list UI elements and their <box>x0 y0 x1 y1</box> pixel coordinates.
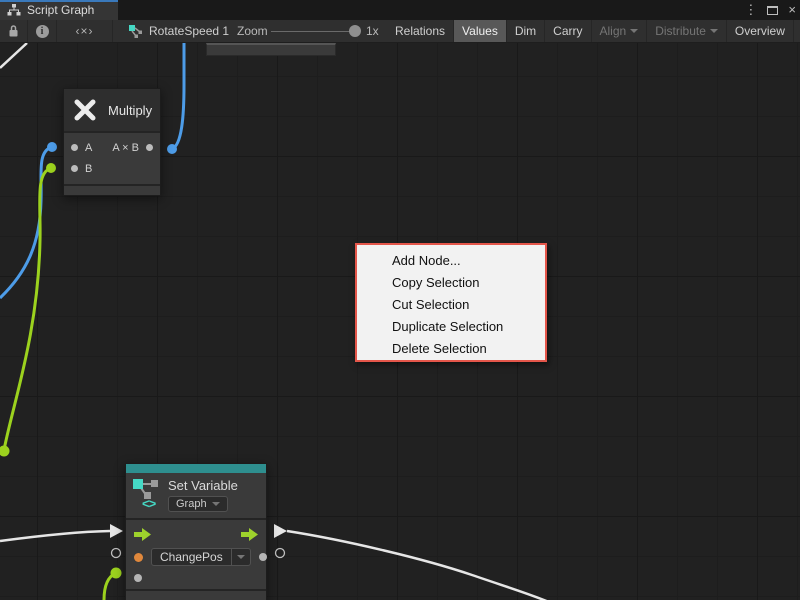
close-icon[interactable]: × <box>788 0 796 20</box>
control-input-arrow <box>110 524 123 538</box>
wire-blue-input <box>0 147 52 298</box>
variable-name: ChangePos <box>152 550 231 564</box>
graph-breadcrumb-icon <box>128 24 143 38</box>
port-row-a: A A × B <box>64 137 160 158</box>
overview-button[interactable]: Overview <box>727 20 794 42</box>
node-title: Set Variable <box>168 478 238 493</box>
menu-item-copy-selection[interactable]: Copy Selection <box>357 272 545 294</box>
multiply-header: Multiply <box>64 89 160 131</box>
fullscreen-button[interactable]: Full Screen <box>794 20 800 42</box>
control-in-arrow-icon[interactable] <box>134 528 151 541</box>
chevron-down-icon <box>212 502 220 506</box>
node-set-variable[interactable]: <> Set Variable Graph <box>125 463 267 600</box>
port-b-label: B <box>85 163 92 175</box>
variable-input-port[interactable] <box>134 553 143 562</box>
multiply-x-icon <box>70 96 100 124</box>
menu-item-delete-selection[interactable]: Delete Selection <box>357 338 545 360</box>
carry-toggle[interactable]: Carry <box>545 20 591 42</box>
maximize-icon[interactable] <box>767 6 778 15</box>
unconnected-port-circle[interactable] <box>112 549 121 558</box>
lock-button[interactable] <box>0 20 28 42</box>
window-controls: ⋮ × <box>744 0 796 20</box>
input-port-b[interactable] <box>71 165 78 172</box>
zoom-label: Zoom <box>237 20 268 42</box>
tab-script-graph[interactable]: Script Graph <box>0 0 118 20</box>
window-menu-icon[interactable]: ⋮ <box>744 0 757 20</box>
wire-green-input <box>4 168 51 450</box>
unconnected-port-circle[interactable] <box>276 549 285 558</box>
chevron-down-icon <box>630 29 638 33</box>
tab-title: Script Graph <box>27 3 94 17</box>
chevron-down-icon <box>237 555 245 559</box>
output-group: A × B <box>112 142 153 154</box>
values-toggle[interactable]: Values <box>454 20 507 42</box>
zoom-slider-handle[interactable] <box>349 25 361 37</box>
active-tab-accent <box>0 0 118 2</box>
set-variable-footer <box>126 591 266 600</box>
wire-endpoint-blue <box>167 144 177 154</box>
align-dropdown[interactable]: Align <box>592 20 648 42</box>
set-variable-accent-strip <box>126 464 266 473</box>
relations-toggle[interactable]: Relations <box>387 20 454 42</box>
code-brackets-icon: ‹×› <box>76 24 94 38</box>
output-port-axb[interactable] <box>146 144 153 151</box>
zoom-value: 1x <box>366 20 379 42</box>
wire-endpoint-green <box>46 163 56 173</box>
set-variable-titles: Set Variable Graph <box>168 478 238 512</box>
graph-toolbar: i ‹×› RotateSpeed 1 Zoom 1x Relations Va… <box>0 20 800 43</box>
code-angle-icon: <> <box>142 496 155 511</box>
set-variable-header: <> Set Variable Graph <box>126 473 266 518</box>
variable-name-dropdown[interactable]: ChangePos <box>151 548 251 566</box>
lock-icon <box>7 24 20 38</box>
port-out-label: A × B <box>112 142 139 154</box>
script-graph-window: Script Graph ⋮ × i ‹×› <box>0 0 800 600</box>
menu-item-cut-selection[interactable]: Cut Selection <box>357 294 545 316</box>
input-port-a[interactable] <box>71 144 78 151</box>
port-row-b: B <box>64 158 160 179</box>
control-port-row <box>126 523 266 545</box>
set-variable-icon: <> <box>132 478 162 516</box>
dim-toggle[interactable]: Dim <box>507 20 545 42</box>
chevron-down-icon <box>710 29 718 33</box>
wire-green-bottom <box>104 573 116 600</box>
zoom-slider-track[interactable] <box>271 31 357 32</box>
wire-white-output <box>287 531 551 600</box>
clipped-node-footer <box>206 43 336 56</box>
graph-hierarchy-icon <box>7 4 21 16</box>
port-a-label: A <box>85 142 92 154</box>
context-menu: Add Node... Copy Selection Cut Selection… <box>355 243 547 362</box>
variable-scope-dropdown[interactable]: Graph <box>168 496 228 512</box>
value-input-row <box>126 569 266 587</box>
wire-blue-output <box>172 43 184 149</box>
control-output-arrow <box>274 524 287 538</box>
set-variable-body: ChangePos <box>126 520 266 589</box>
menu-item-add-node[interactable]: Add Node... <box>357 250 545 272</box>
wire-endpoint-blue <box>47 142 57 152</box>
dropdown-caret-box <box>231 549 250 565</box>
multiply-footer <box>64 186 160 195</box>
output-value-port[interactable] <box>259 553 267 561</box>
scope-label: Graph <box>176 498 207 510</box>
value-input-port[interactable] <box>134 574 142 582</box>
toolbar-toggle-group: Relations Values Dim Carry Align Distrib… <box>387 20 800 42</box>
wire-endpoint-green <box>111 568 122 579</box>
tab-bar: Script Graph ⋮ × <box>0 0 800 20</box>
graph-breadcrumb[interactable]: RotateSpeed 1 <box>128 20 229 42</box>
menu-item-duplicate-selection[interactable]: Duplicate Selection <box>357 316 545 338</box>
wire-white-input <box>0 531 110 541</box>
wire-endpoint-green <box>0 446 10 457</box>
info-button[interactable]: i <box>28 20 57 42</box>
node-title: Multiply <box>108 103 152 118</box>
control-out-arrow-icon[interactable] <box>241 528 258 541</box>
distribute-dropdown[interactable]: Distribute <box>647 20 727 42</box>
info-icon: i <box>36 25 49 38</box>
variable-name-row: ChangePos <box>126 545 266 569</box>
wire-white-topleft <box>0 43 27 68</box>
graph-name: RotateSpeed 1 <box>149 24 229 38</box>
value-connection-button[interactable]: ‹×› <box>57 20 113 42</box>
multiply-body: A A × B B <box>64 133 160 184</box>
node-multiply[interactable]: Multiply A A × B B <box>63 88 161 196</box>
